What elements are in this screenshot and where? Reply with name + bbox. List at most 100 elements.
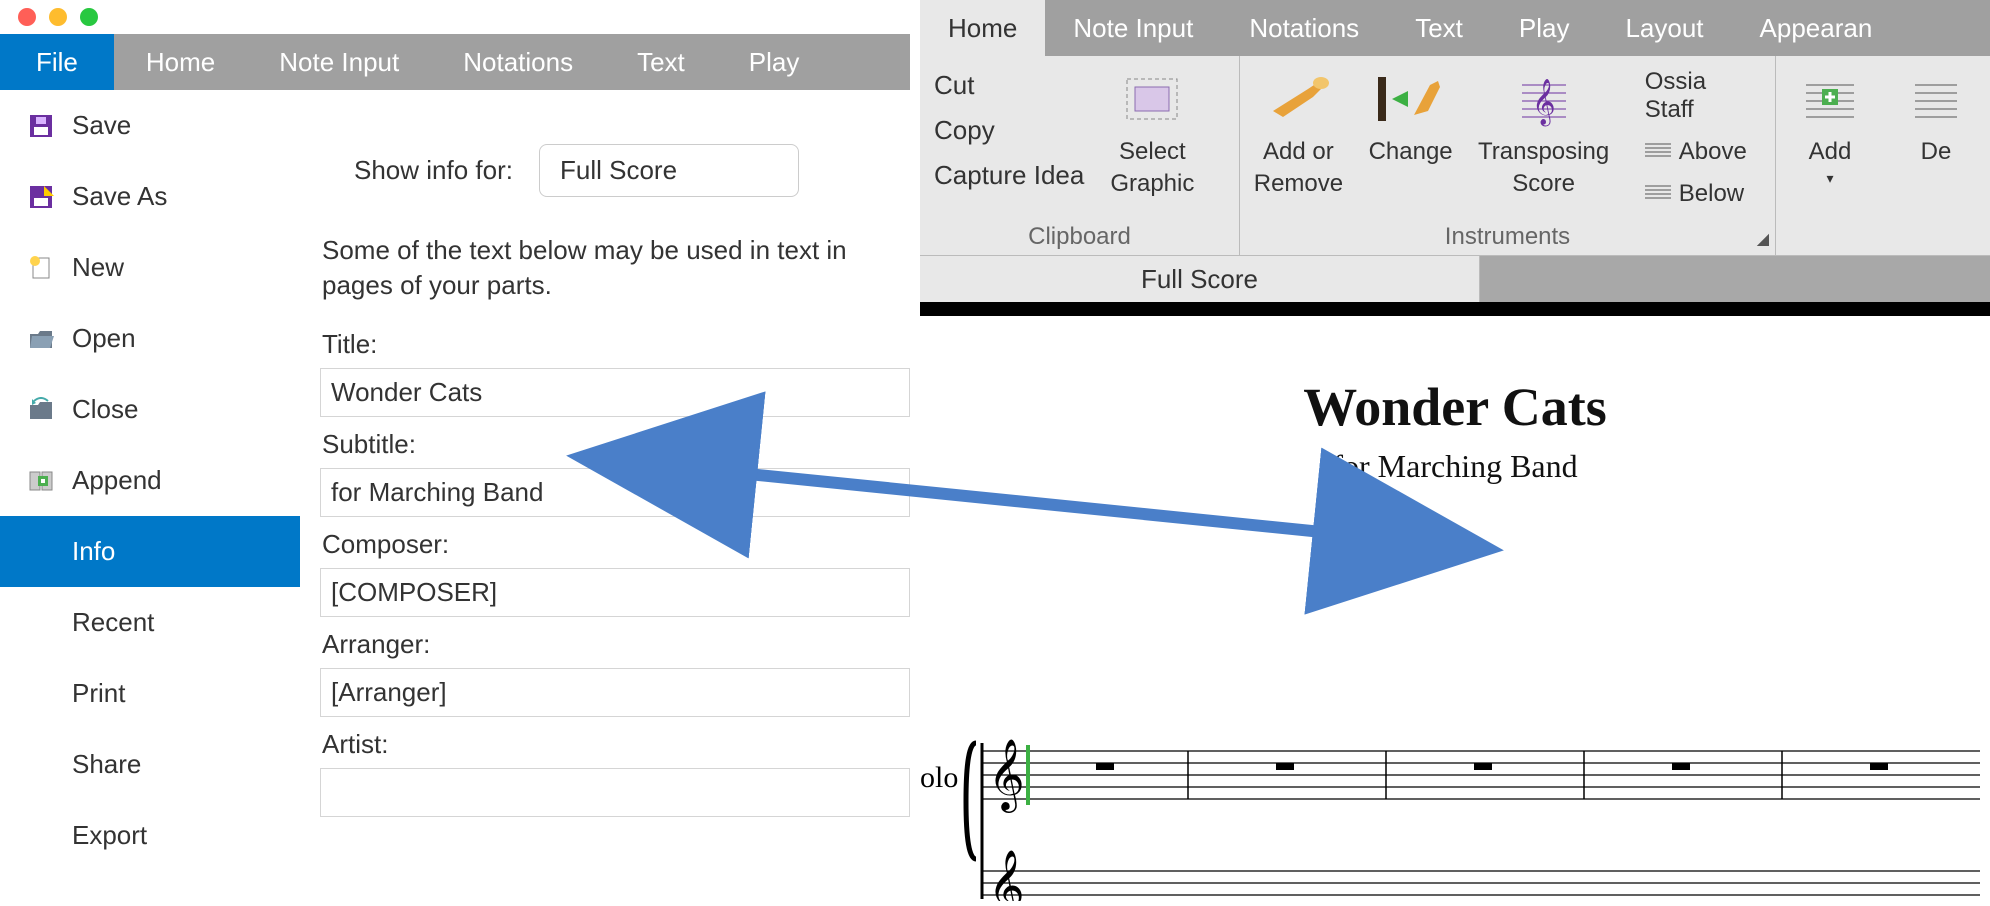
tab-text[interactable]: Text xyxy=(1387,0,1491,56)
new-icon xyxy=(28,255,54,281)
add-remove-label-2: Remove xyxy=(1254,170,1343,198)
transposing-label-1: Transposing xyxy=(1478,138,1609,166)
transposing-score-button[interactable]: 𝄞 Transposing Score xyxy=(1478,64,1608,219)
instrument-name-partial: olo xyxy=(920,761,958,795)
change-instrument-button[interactable]: Change xyxy=(1369,64,1453,219)
close-folder-icon xyxy=(28,397,54,423)
tab-note-input[interactable]: Note Input xyxy=(247,34,431,90)
sidebar-item-label: Share xyxy=(72,749,141,780)
sidebar-item-save[interactable]: Save xyxy=(0,90,300,161)
add-bar-label: Add xyxy=(1809,138,1852,166)
tab-notations[interactable]: Notations xyxy=(1221,0,1387,56)
sidebar-item-label: Open xyxy=(72,323,136,354)
sidebar-item-share[interactable]: Share xyxy=(0,729,300,800)
transposing-label-2: Score xyxy=(1512,170,1575,198)
artist-label: Artist: xyxy=(320,723,910,768)
delete-bar-icon xyxy=(1915,64,1957,134)
sidebar-item-label: Append xyxy=(72,465,162,496)
sidebar-item-label: Info xyxy=(72,536,115,567)
file-menu-sidebar: Save Save As New xyxy=(0,90,300,906)
delete-bar-button[interactable]: De xyxy=(1896,64,1976,251)
trumpet-icon xyxy=(1263,64,1333,134)
sidebar-item-saveas[interactable]: Save As xyxy=(0,161,300,232)
dropdown-icon: ▾ xyxy=(1826,170,1833,187)
close-window-icon[interactable] xyxy=(18,8,36,26)
zoom-window-icon[interactable] xyxy=(80,8,98,26)
tab-file[interactable]: File xyxy=(0,34,114,90)
sidebar-item-print[interactable]: Print xyxy=(0,658,300,729)
tab-layout[interactable]: Layout xyxy=(1597,0,1731,56)
saveas-icon xyxy=(28,184,54,210)
subtitle-label: Subtitle: xyxy=(320,423,910,468)
copy-button[interactable]: Copy xyxy=(934,115,1084,146)
sidebar-item-label: Save xyxy=(72,110,131,141)
title-label: Title: xyxy=(320,323,910,368)
below-label: Below xyxy=(1679,180,1744,208)
document-tab-full-score[interactable]: Full Score xyxy=(920,256,1480,302)
delete-bar-label: De xyxy=(1921,138,1952,166)
sidebar-item-append[interactable]: Append xyxy=(0,445,300,516)
sidebar-item-new[interactable]: New xyxy=(0,232,300,303)
select-graphic-label-2: Graphic xyxy=(1110,170,1194,198)
artist-input[interactable] xyxy=(320,768,910,817)
open-folder-icon xyxy=(28,326,54,352)
title-input[interactable] xyxy=(320,368,910,417)
sidebar-item-export[interactable]: Export xyxy=(0,800,300,871)
ossia-staff-button[interactable]: Ossia Staff xyxy=(1645,64,1761,128)
tab-play[interactable]: Play xyxy=(1491,0,1598,56)
below-button[interactable]: Below xyxy=(1645,176,1761,212)
ribbon-tabs-right: Home Note Input Notations Text Play Layo… xyxy=(920,0,1990,56)
composer-label: Composer: xyxy=(320,523,910,568)
tab-note-input[interactable]: Note Input xyxy=(1045,0,1221,56)
subtitle-input[interactable] xyxy=(320,468,910,517)
show-info-select[interactable]: Full Score xyxy=(539,144,799,197)
score-page[interactable]: Wonder Cats for Marching Band olo xyxy=(920,316,1990,906)
composer-input[interactable] xyxy=(320,568,910,617)
sidebar-item-label: New xyxy=(72,252,124,283)
change-label: Change xyxy=(1369,138,1453,166)
sidebar-item-label: Save As xyxy=(72,181,167,212)
music-staff[interactable]: 𝄞 xyxy=(920,731,1980,901)
above-button[interactable]: Above xyxy=(1645,134,1761,170)
staff-above-icon xyxy=(1645,138,1671,166)
instruments-group-label: Instruments xyxy=(1254,219,1761,251)
tab-home[interactable]: Home xyxy=(920,0,1045,56)
add-bar-icon xyxy=(1802,64,1858,134)
score-title[interactable]: Wonder Cats xyxy=(920,376,1990,438)
sidebar-item-info[interactable]: Info xyxy=(0,516,300,587)
cut-button[interactable]: Cut xyxy=(934,70,1084,101)
change-instrument-icon xyxy=(1372,64,1450,134)
ribbon-tabs-left: File Home Note Input Notations Text Play xyxy=(0,34,910,90)
sidebar-item-recent[interactable]: Recent xyxy=(0,587,300,658)
score-subtitle[interactable]: for Marching Band xyxy=(920,448,1990,485)
svg-text:𝄞: 𝄞 xyxy=(988,850,1025,901)
minimize-window-icon[interactable] xyxy=(49,8,67,26)
append-icon xyxy=(28,468,54,494)
tab-play[interactable]: Play xyxy=(717,34,832,90)
ruler-bar xyxy=(920,302,1990,316)
arranger-input[interactable] xyxy=(320,668,910,717)
above-label: Above xyxy=(1679,138,1747,166)
info-hint-text: Some of the text below may be used in te… xyxy=(320,233,910,323)
sidebar-item-label: Close xyxy=(72,394,138,425)
select-graphic-icon xyxy=(1121,64,1183,134)
tab-notations[interactable]: Notations xyxy=(431,34,605,90)
sidebar-item-open[interactable]: Open xyxy=(0,303,300,374)
save-icon xyxy=(28,113,54,139)
staff-below-icon xyxy=(1645,180,1671,208)
info-panel: Show info for: Full Score Some of the te… xyxy=(300,90,910,906)
tab-text[interactable]: Text xyxy=(605,34,717,90)
window-titlebar xyxy=(0,0,910,34)
add-bar-button[interactable]: Add ▾ xyxy=(1790,64,1870,251)
dialog-launcher-icon[interactable]: ◢ xyxy=(1757,229,1769,249)
capture-idea-button[interactable]: Capture Idea xyxy=(934,160,1084,191)
select-graphic-button[interactable]: Select Graphic xyxy=(1110,64,1194,219)
treble-clef-icon: 𝄞 xyxy=(1514,64,1574,134)
tab-home[interactable]: Home xyxy=(114,34,247,90)
sidebar-item-close[interactable]: Close xyxy=(0,374,300,445)
add-remove-instrument-button[interactable]: Add or Remove xyxy=(1254,64,1343,219)
show-info-label: Show info for: xyxy=(354,155,513,186)
sidebar-item-label: Export xyxy=(72,820,147,851)
clipboard-group-label: Clipboard xyxy=(934,219,1225,251)
tab-appearance[interactable]: Appearan xyxy=(1732,0,1901,56)
